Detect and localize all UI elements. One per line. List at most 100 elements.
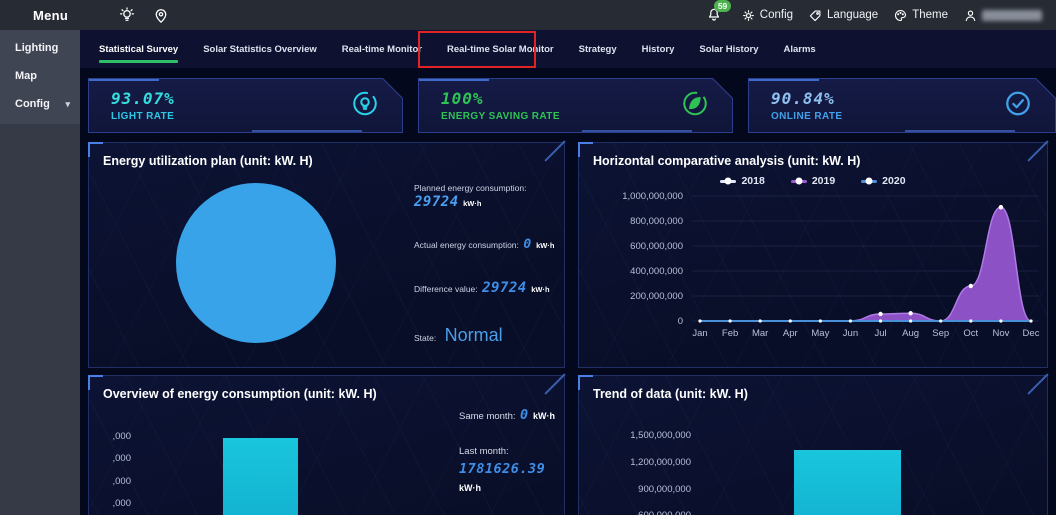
svg-text:800,000,000: 800,000,000: [630, 216, 683, 227]
palette-icon: [893, 8, 908, 23]
svg-text:Nov: Nov: [992, 328, 1009, 339]
online-rate-value: 90.84%: [771, 89, 842, 108]
panel-overview-energy-consumption: Overview of energy consumption (unit: kW…: [88, 375, 565, 515]
svg-text:Feb: Feb: [722, 328, 738, 339]
light-bulb-circle-icon: [350, 88, 380, 123]
legend-item-2020[interactable]: 2020: [861, 175, 905, 187]
light-bulb-icon[interactable]: [118, 6, 136, 24]
notification-count-badge: 59: [714, 0, 730, 12]
state-value: Normal: [445, 325, 503, 345]
energy-saving-rate-value: 100%: [441, 89, 560, 108]
svg-text:600,000,000: 600,000,000: [630, 241, 683, 252]
difference-label: Difference value:: [414, 284, 478, 294]
panel-title: Trend of data (unit: kW. H): [579, 376, 1047, 401]
state-label: State:: [414, 333, 436, 343]
svg-text:0: 0: [678, 316, 683, 327]
tab-bar: Statistical Survey Solar Statistics Over…: [80, 30, 1056, 68]
panel-horizontal-comparative-analysis: Horizontal comparative analysis (unit: k…: [578, 142, 1048, 368]
sidebar-item-map[interactable]: Map: [0, 62, 80, 90]
legend-item-2019[interactable]: 2019: [791, 175, 835, 187]
tab-solar-history[interactable]: Solar History: [699, 30, 758, 68]
topbar: Menu 59: [0, 0, 1056, 30]
same-month-value: 0: [520, 407, 529, 423]
comparative-area-chart: 1,000,000,000 800,000,000 600,000,000 400,0…: [587, 189, 1047, 349]
chevron-down-icon: ▾: [65, 99, 70, 110]
svg-text:Oct: Oct: [963, 328, 978, 339]
y-axis-label: 1,200,000,000: [587, 457, 691, 468]
sidebar: Lighting Map Config ▾: [0, 30, 80, 515]
last-month-label: Last month:: [459, 446, 564, 457]
dashboard-root: Menu 59: [0, 0, 1056, 515]
legend-marker-icon: [791, 180, 807, 183]
y-axis-label: ,000: [99, 431, 131, 442]
y-axis-label: ,000: [99, 453, 131, 464]
gear-icon: [741, 8, 756, 23]
chart-legend: 2018 2019 2020: [579, 175, 1047, 187]
language-label: Language: [827, 9, 878, 21]
y-axis-label: 900,000,000: [587, 484, 691, 495]
svg-text:Apr: Apr: [783, 328, 798, 339]
panel-title: Horizontal comparative analysis (unit: k…: [579, 143, 1047, 168]
tab-strategy[interactable]: Strategy: [579, 30, 617, 68]
svg-text:Aug: Aug: [902, 328, 919, 339]
tab-history[interactable]: History: [642, 30, 675, 68]
svg-text:Jul: Jul: [874, 328, 886, 339]
energy-plan-stats: Planned energy consumption: 29724 kW·h A…: [414, 183, 554, 346]
sidebar-item-config[interactable]: Config ▾: [0, 90, 80, 118]
user-account[interactable]: [963, 8, 1042, 23]
tab-solar-statistics-overview[interactable]: Solar Statistics Overview: [203, 30, 317, 68]
tab-alarms[interactable]: Alarms: [784, 30, 816, 68]
theme-label: Theme: [912, 9, 948, 21]
svg-text:May: May: [811, 328, 829, 339]
tab-statistical-survey[interactable]: Statistical Survey: [99, 30, 178, 68]
username-redacted: [982, 10, 1042, 21]
online-rate-label: ONLINE RATE: [771, 111, 842, 122]
panel-energy-utilization-plan: Energy utilization plan (unit: kW. H) Pl…: [88, 142, 565, 368]
svg-text:1,000,000,000: 1,000,000,000: [622, 191, 683, 202]
planned-value: 29724: [414, 194, 459, 210]
config-button[interactable]: Config: [741, 8, 793, 23]
actual-label: Actual energy consumption:: [414, 240, 519, 250]
tag-icon: [808, 8, 823, 23]
y-axis-label: 600,000,000: [587, 510, 691, 515]
panel-title: Overview of energy consumption (unit: kW…: [89, 376, 564, 401]
legend-item-2018[interactable]: 2018: [720, 175, 764, 187]
language-button[interactable]: Language: [808, 8, 878, 23]
kpi-card-light-rate: 93.07% LIGHT RATE: [88, 78, 403, 133]
energy-saving-rate-label: ENERGY SAVING RATE: [441, 111, 560, 122]
y-axis-label: ,000: [99, 498, 131, 509]
svg-text:Sep: Sep: [932, 328, 949, 339]
light-rate-value: 93.07%: [111, 89, 175, 108]
last-month-value: 1781626.39: [459, 461, 545, 477]
panel-title: Energy utilization plan (unit: kW. H): [89, 143, 564, 168]
svg-text:Jun: Jun: [843, 328, 858, 339]
trend-bar: [794, 450, 901, 515]
y-axis-label: 1,500,000,000: [587, 430, 691, 441]
same-month-label: Same month:: [459, 411, 516, 422]
theme-button[interactable]: Theme: [893, 8, 948, 23]
tab-real-time-solar-monitor[interactable]: Real-time Solar Monitor: [447, 30, 554, 68]
svg-text:Mar: Mar: [752, 328, 768, 339]
check-circle-icon: [1003, 88, 1033, 123]
svg-text:400,000,000: 400,000,000: [630, 266, 683, 277]
tab-real-time-monitor[interactable]: Real-time Monitor: [342, 30, 422, 68]
energy-plan-pie-chart: [176, 183, 336, 343]
legend-marker-icon: [720, 180, 736, 183]
config-label: Config: [760, 9, 793, 21]
notifications-bell-icon[interactable]: 59: [706, 7, 722, 23]
overview-stats: Same month: 0 kW·h Last month: 1781626.3…: [459, 406, 564, 515]
panel-trend-of-data: Trend of data (unit: kW. H) 1,500,000,00…: [578, 375, 1048, 515]
light-rate-label: LIGHT RATE: [111, 111, 175, 122]
svg-text:Jan: Jan: [692, 328, 707, 339]
kpi-card-energy-saving-rate: 100% ENERGY SAVING RATE: [418, 78, 733, 133]
overview-bar: [223, 438, 298, 515]
y-axis-label: ,000: [99, 476, 131, 487]
map-pin-icon[interactable]: [152, 6, 170, 24]
sidebar-item-lighting[interactable]: Lighting: [0, 34, 80, 62]
kpi-card-online-rate: 90.84% ONLINE RATE: [748, 78, 1056, 133]
svg-text:Dec: Dec: [1023, 328, 1040, 339]
leaf-circle-icon: [680, 88, 710, 123]
user-icon: [963, 8, 978, 23]
planned-label: Planned energy consumption:: [414, 183, 554, 193]
difference-value: 29724: [482, 280, 527, 296]
